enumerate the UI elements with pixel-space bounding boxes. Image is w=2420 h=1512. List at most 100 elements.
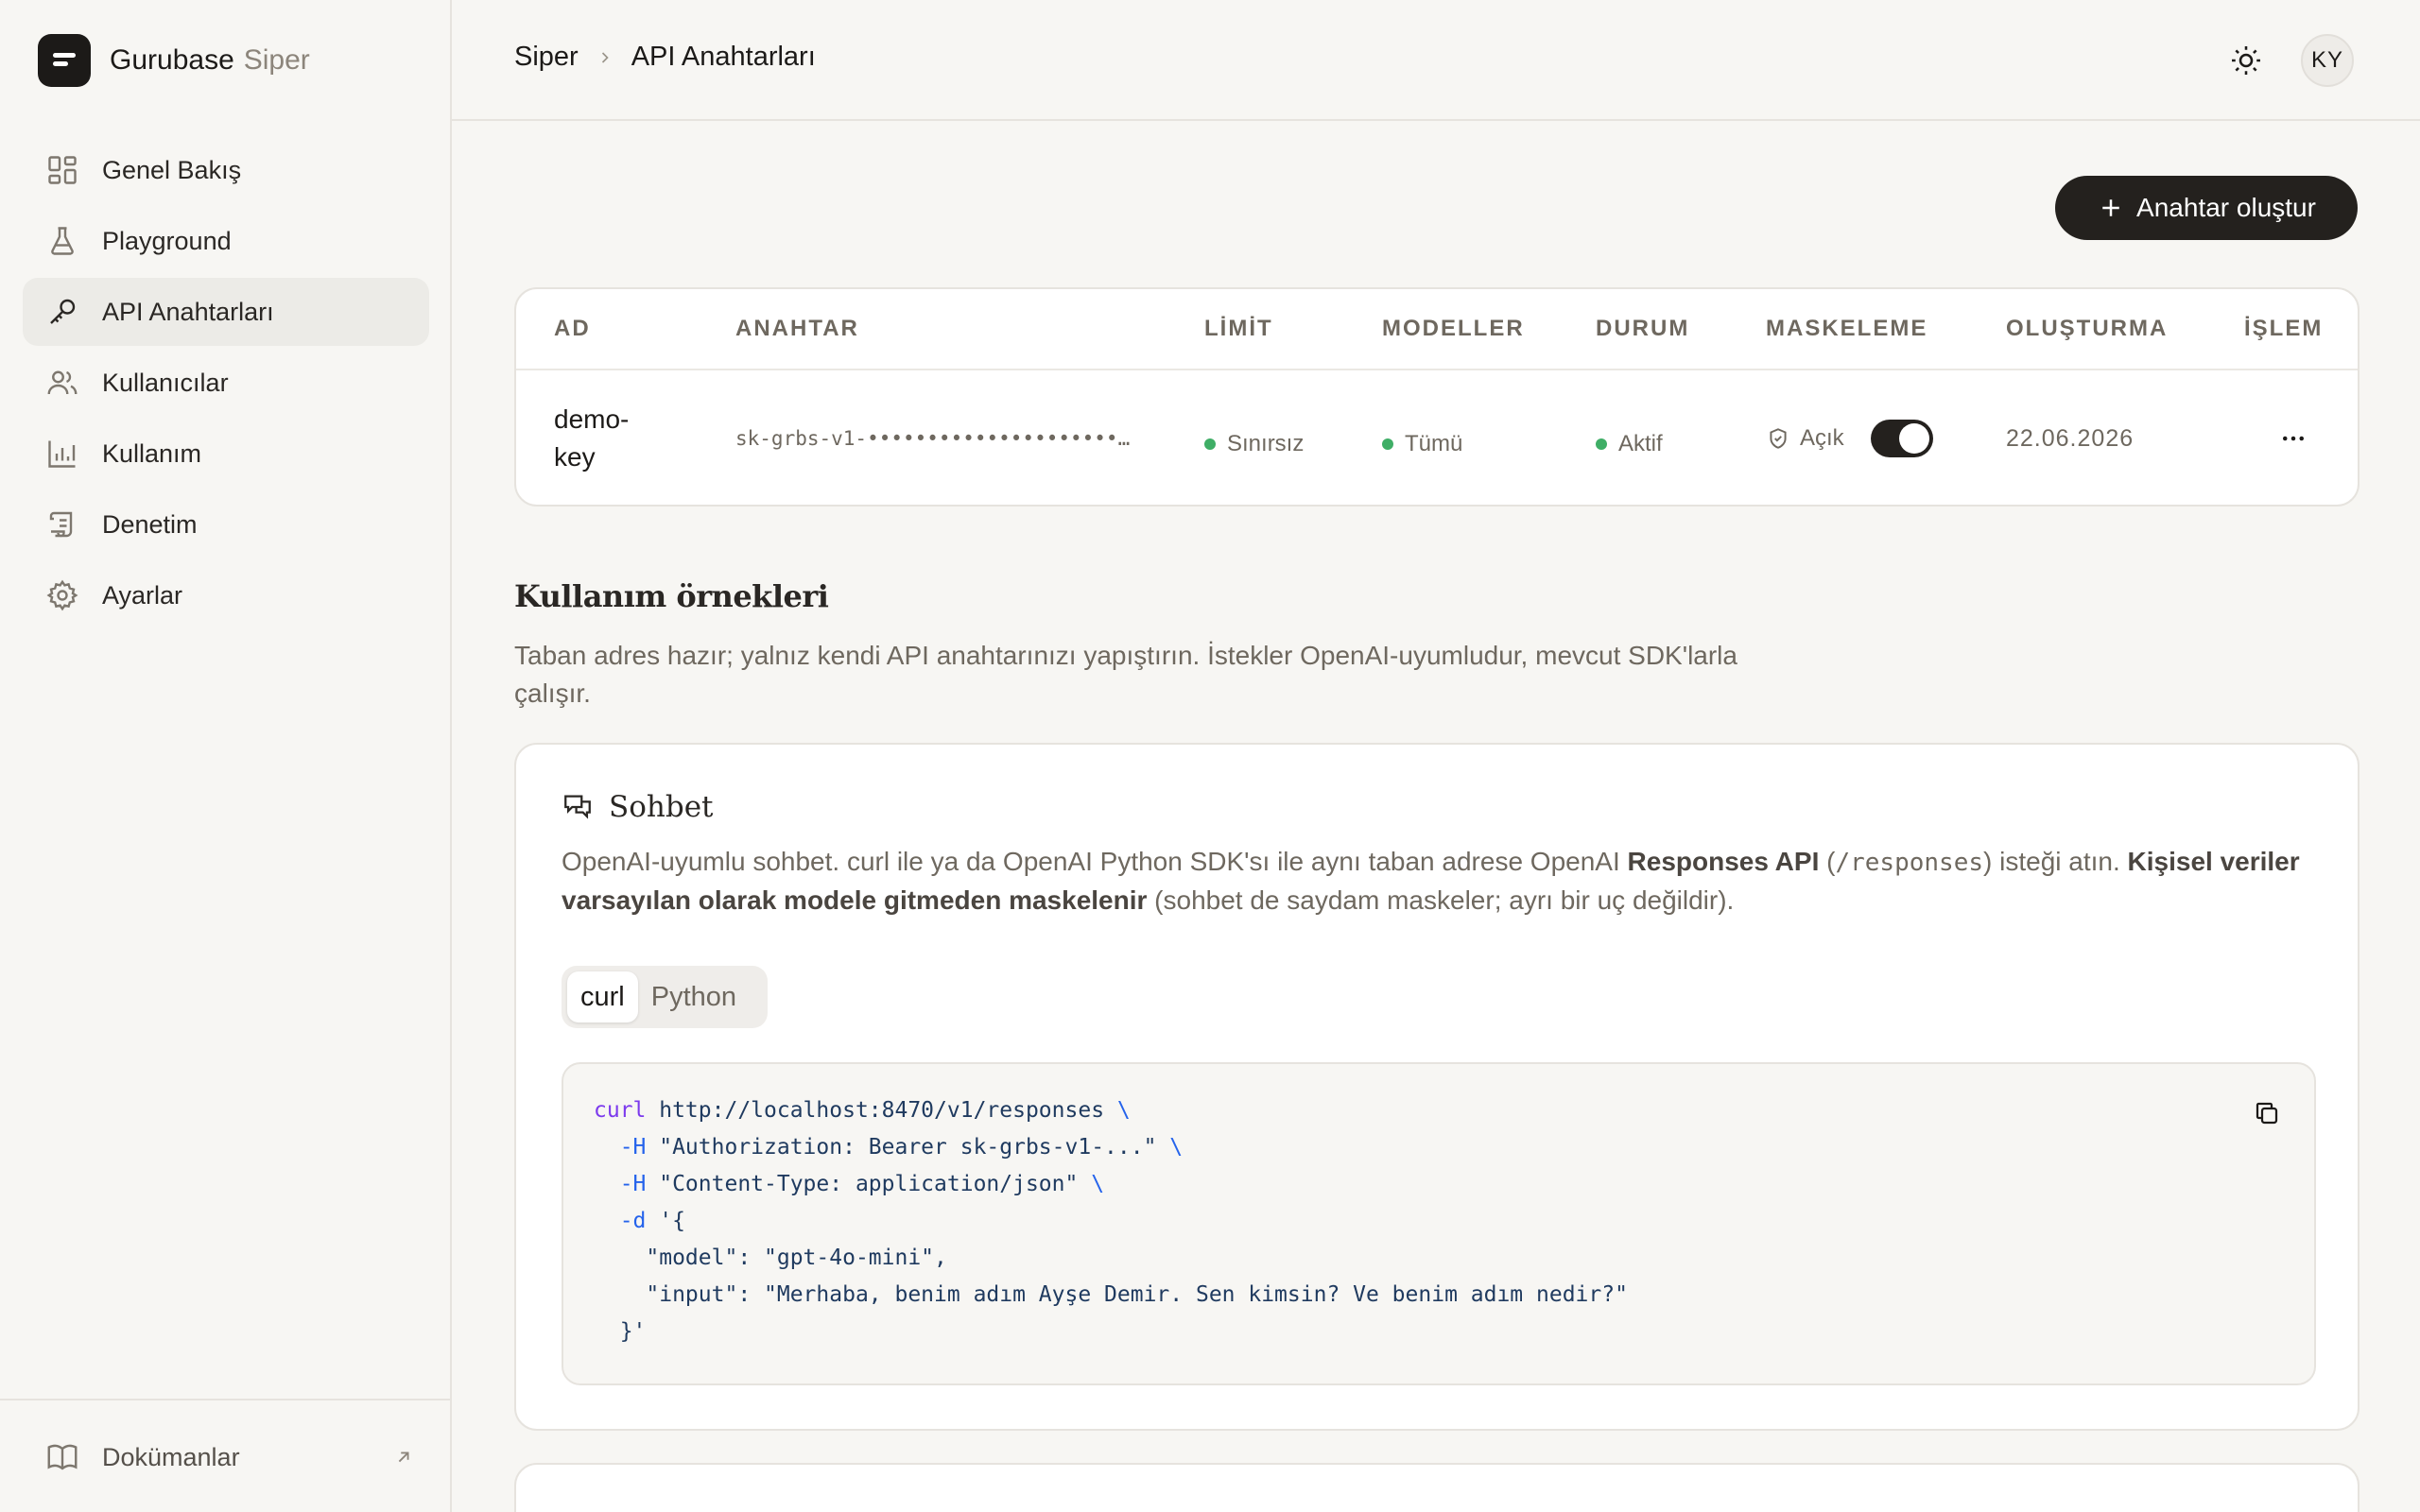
column-header-name: AD [554,316,591,341]
code-token: \ [1091,1172,1105,1196]
brand-sub: Siper [243,44,310,76]
code-block: curl http://localhost:8470/v1/responses … [562,1062,2316,1385]
divider [516,369,2358,370]
copy-code-button[interactable] [2248,1094,2286,1132]
avatar[interactable]: KY [2301,34,2354,87]
plus-icon [2097,194,2125,222]
usage-title: Kullanım örnekleri [514,578,829,614]
chat-desc-text: ) isteği atın. [1983,847,2128,876]
tab-python[interactable]: Python [638,971,750,1022]
chat-desc-text: OpenAI-uyumlu sohbet. curl ile ya da Ope… [562,847,1628,876]
sidebar-item-api-anahtarlari[interactable]: API Anahtarları [23,278,429,346]
usage-description: Taban adres hazır; yalnız kendi API anah… [514,641,1737,708]
topbar: Siper API Anahtarları KY [452,0,2420,121]
status-badge: Aktif [1596,431,1663,457]
sidebar-item-label: Genel Bakış [102,155,242,184]
theme-toggle-button[interactable] [2223,38,2269,83]
code-token: '{ [646,1209,685,1233]
code-token: \ [1169,1135,1184,1160]
code-token: -H [594,1172,647,1196]
sidebar-item-playground[interactable]: Playground [23,207,429,275]
column-header-limit: LİMİT [1204,316,1273,341]
api-keys-table: AD ANAHTAR LİMİT MODELLER DURUM MASKELEM… [514,287,2360,507]
sidebar-item-label: Ayarlar [102,580,183,610]
column-header-key: ANAHTAR [735,316,859,341]
breadcrumb: Siper API Anahtarları [514,42,816,73]
chat-desc-code: /responses [1835,849,1984,877]
code-token: -H [594,1135,647,1160]
row-actions-button[interactable] [2271,416,2316,461]
column-header-masking: MASKELEME [1766,316,1928,341]
brand[interactable]: Gurubase Siper [38,34,310,87]
chat-header: Sohbet [562,790,714,824]
more-horizontal-icon [2279,424,2308,453]
sidebar-item-label: API Anahtarları [102,297,274,326]
code-content[interactable]: curl http://localhost:8470/v1/responses … [594,1092,1628,1350]
key-name: demo-key [554,404,630,472]
key-icon [45,295,79,329]
sidebar-item-label: Kullanım [102,438,202,468]
breadcrumb-root[interactable]: Siper [514,42,579,73]
sidebar-item-genel-bakis[interactable]: Genel Bakış [23,136,429,204]
models-badge: Tümü [1382,431,1462,457]
code-token: curl [594,1098,647,1123]
users-icon [45,366,79,400]
masking-toggle[interactable] [1870,420,1933,457]
book-icon [45,1440,79,1474]
column-header-status: DURUM [1596,316,1690,341]
code-language-tabs: curl Python [562,966,768,1028]
logo-icon [38,34,91,87]
code-line: "input": "Merhaba, benim adım Ayşe Demir… [594,1282,1628,1307]
copy-icon [2253,1099,2281,1127]
code-token: "Content-Type: application/json" [646,1172,1092,1196]
status-value: Aktif [1618,431,1663,456]
column-header-created: OLUŞTURMA [2006,316,2169,341]
key-value[interactable]: sk-grbs-v1-••••••••••••••••••••••• [735,427,1132,450]
status-dot [1596,438,1607,450]
limit-value: Sınırsız [1227,431,1305,456]
docs-link[interactable]: Dokümanlar [45,1435,414,1480]
external-link-icon [393,1447,414,1468]
column-header-action: İŞLEM [2244,316,2324,341]
status-dot [1204,438,1216,450]
models-value: Tümü [1405,431,1463,456]
scroll-icon [45,507,79,541]
column-header-models: MODELLER [1382,316,1525,341]
flask-icon [45,224,79,258]
shield-icon [1766,426,1790,451]
sidebar-footer: Dokümanlar [0,1399,450,1512]
sidebar-nav: Genel Bakış Playground API Anahtarları K… [23,136,429,632]
masking-cell: Açık [1766,420,1933,457]
code-token: -d [594,1209,647,1233]
chat-description: OpenAI-uyumlu sohbet. curl ile ya da Ope… [562,843,2329,919]
code-token: \ [1116,1098,1131,1123]
code-token: "Authorization: Bearer sk-grbs-v1-..." [646,1135,1170,1160]
breadcrumb-current: API Anahtarları [631,42,816,72]
brand-name: Gurubase [110,44,234,76]
chat-desc-text: (sohbet de saydam maskeler; ayrı bir uç … [1147,885,1735,915]
tab-curl[interactable]: curl [567,971,638,1022]
sidebar-item-kullanicilar[interactable]: Kullanıcılar [23,349,429,417]
chevron-right-icon [596,48,614,67]
next-example-card [514,1463,2360,1512]
toggle-knob [1898,423,1929,454]
sidebar-item-ayarlar[interactable]: Ayarlar [23,561,429,629]
sun-icon [2229,43,2263,77]
code-line: }' [594,1319,647,1344]
create-key-button[interactable]: Anahtar oluştur [2055,176,2358,240]
sidebar-item-label: Kullanıcılar [102,368,229,397]
dashboard-icon [45,153,79,187]
limit-badge: Sınırsız [1204,431,1304,457]
sidebar: Gurubase Siper Genel Bakış Playground AP… [0,0,452,1512]
sidebar-item-kullanim[interactable]: Kullanım [23,420,429,488]
chat-bubbles-icon [562,791,594,823]
chat-desc-bold: Responses API [1627,847,1820,876]
chat-title: Sohbet [609,790,714,824]
sidebar-item-label: Playground [102,226,232,255]
status-dot [1382,438,1393,450]
code-line: "model": "gpt-4o-mini", [594,1246,947,1270]
create-key-label: Anahtar oluştur [2136,193,2316,222]
sidebar-item-denetim[interactable]: Denetim [23,490,429,558]
chat-desc-text: ( [1819,847,1836,876]
code-token: http://localhost:8470/v1/responses [646,1098,1117,1123]
